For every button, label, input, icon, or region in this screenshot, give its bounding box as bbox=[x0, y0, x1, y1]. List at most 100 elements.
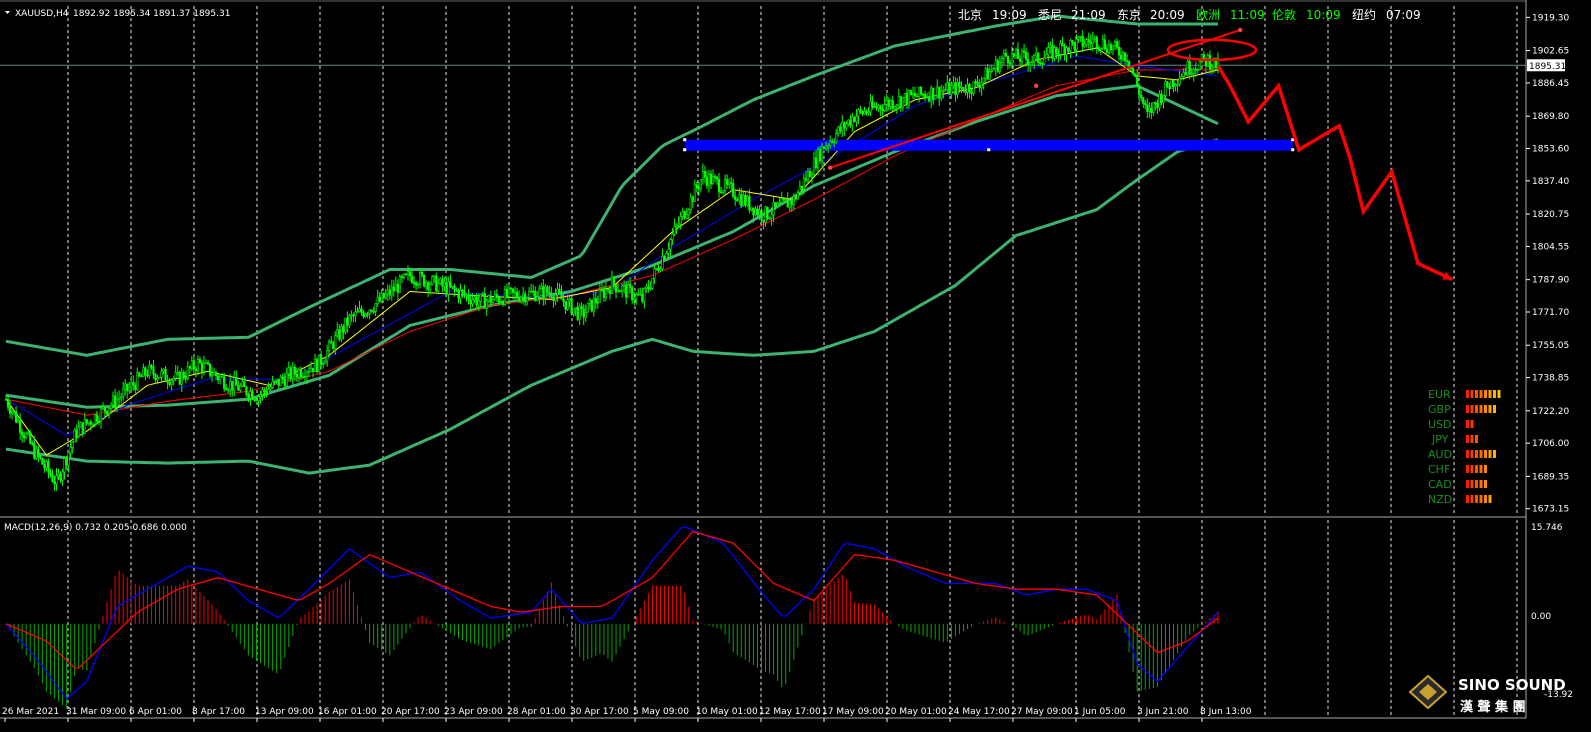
candle-body bbox=[134, 384, 137, 390]
candle-body bbox=[1033, 54, 1036, 62]
candle-body bbox=[528, 290, 531, 299]
candle-body bbox=[212, 371, 216, 376]
strength-label-chf: CHF bbox=[1428, 463, 1450, 476]
candle-body bbox=[699, 179, 702, 189]
candle-body bbox=[497, 297, 500, 303]
candle-body bbox=[616, 290, 620, 293]
candle-body bbox=[762, 219, 765, 223]
candle-body bbox=[79, 422, 82, 428]
candle-body bbox=[23, 434, 26, 439]
candle-body bbox=[558, 288, 561, 294]
candle-body bbox=[792, 196, 795, 205]
price-tick-label: 1673.15 bbox=[1532, 505, 1569, 515]
candle-body bbox=[91, 423, 94, 426]
candle-body bbox=[1168, 86, 1171, 89]
candle-body bbox=[728, 182, 731, 185]
candle-body bbox=[33, 443, 36, 459]
candle-body bbox=[540, 286, 543, 290]
candle-body bbox=[1061, 43, 1064, 47]
candle-body bbox=[491, 298, 494, 304]
candle-body bbox=[988, 70, 991, 80]
time-tick-label: 17 May 09:00 bbox=[822, 707, 884, 717]
strength-bar-segment bbox=[1470, 450, 1474, 458]
candle-body bbox=[584, 311, 587, 318]
candle-body bbox=[503, 288, 507, 305]
candle-body bbox=[398, 276, 402, 293]
strength-bar-segment bbox=[1466, 435, 1469, 443]
candle-body bbox=[265, 391, 268, 395]
strength-bar-segment bbox=[1466, 450, 1469, 458]
candle-body bbox=[1148, 107, 1151, 112]
candle-body bbox=[1194, 68, 1197, 71]
candle-body bbox=[360, 308, 363, 313]
candle-body bbox=[883, 104, 886, 112]
candle-body bbox=[184, 377, 187, 380]
candle-body bbox=[509, 287, 513, 290]
candle-body bbox=[893, 106, 896, 109]
candle-body bbox=[71, 441, 74, 448]
candle-body bbox=[346, 317, 349, 326]
candle-body bbox=[1152, 102, 1155, 113]
candle-body bbox=[841, 122, 844, 132]
candle-body bbox=[374, 303, 377, 312]
candle-body bbox=[59, 473, 62, 481]
candle-body bbox=[1053, 47, 1056, 59]
candle-body bbox=[352, 314, 355, 317]
candle-body bbox=[962, 86, 965, 92]
candle-body bbox=[8, 406, 12, 414]
strength-bar-segment bbox=[1479, 465, 1483, 473]
candle-body bbox=[532, 290, 535, 293]
strength-bar-segment bbox=[1470, 465, 1474, 473]
candle-body bbox=[348, 314, 351, 326]
candle-body bbox=[142, 367, 145, 377]
price-tick-label: 1902.65 bbox=[1532, 47, 1569, 57]
candle-body bbox=[853, 117, 856, 122]
strength-label-cad: CAD bbox=[1428, 478, 1452, 491]
candle-body bbox=[560, 292, 563, 300]
candle-body bbox=[1049, 45, 1052, 48]
candle-body bbox=[206, 362, 210, 365]
candle-body bbox=[404, 273, 408, 276]
candle-body bbox=[53, 481, 56, 485]
candle-body bbox=[623, 284, 626, 287]
candle-body bbox=[6, 399, 10, 408]
candle-body bbox=[911, 92, 915, 95]
trendline-anchor bbox=[827, 165, 833, 170]
candle-body bbox=[657, 267, 660, 271]
candle-body bbox=[479, 294, 482, 302]
candle-body bbox=[835, 133, 838, 143]
candle-body bbox=[315, 358, 319, 373]
candle-body bbox=[1113, 41, 1117, 47]
candle-body bbox=[334, 335, 337, 350]
candle-body bbox=[208, 363, 212, 376]
candle-body bbox=[1073, 42, 1076, 50]
candle-body bbox=[715, 176, 719, 180]
candle-body bbox=[12, 411, 16, 413]
candle-body bbox=[891, 100, 894, 109]
candle-body bbox=[837, 126, 840, 134]
candle-body bbox=[647, 286, 650, 290]
clock-time-newyork: 07:09 bbox=[1386, 8, 1421, 22]
candle-body bbox=[693, 184, 696, 202]
candle-body bbox=[996, 60, 999, 72]
candle-body bbox=[885, 99, 888, 105]
candle-body bbox=[412, 282, 416, 284]
candle-body bbox=[740, 194, 743, 206]
candle-body bbox=[1099, 47, 1102, 50]
candle-body bbox=[1085, 39, 1088, 45]
candle-body bbox=[669, 239, 672, 250]
candle-body bbox=[477, 300, 480, 306]
candle-body bbox=[65, 458, 68, 466]
candle-body bbox=[235, 377, 238, 386]
candle-body bbox=[526, 297, 529, 303]
candle-body bbox=[198, 359, 202, 364]
candle-body bbox=[51, 475, 54, 482]
strength-bar-segment bbox=[1475, 465, 1478, 473]
candle-body bbox=[174, 372, 177, 379]
candle-body bbox=[231, 381, 234, 391]
candle-body bbox=[461, 289, 464, 292]
candle-body bbox=[905, 93, 909, 105]
candle-body bbox=[612, 276, 616, 286]
candle-body bbox=[926, 96, 929, 98]
candle-body bbox=[948, 82, 951, 95]
